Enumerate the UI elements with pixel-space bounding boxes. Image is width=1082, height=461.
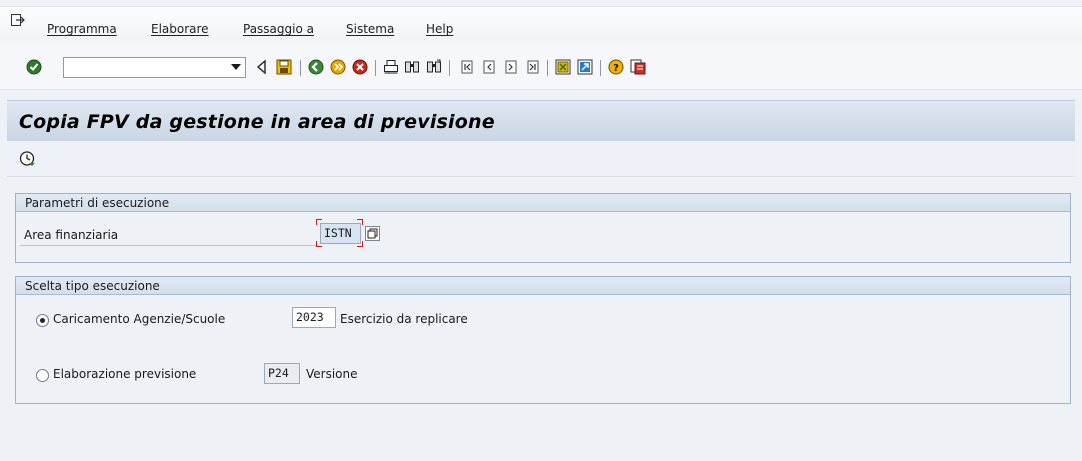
application-toolbar [7, 141, 1075, 177]
command-dropdown-icon[interactable] [231, 64, 241, 70]
create-session-icon[interactable] [555, 59, 571, 75]
back-green-icon[interactable] [308, 59, 324, 75]
menu-exit-icon[interactable] [11, 14, 25, 26]
esercizio-value: 2023 [296, 310, 324, 324]
next-page-icon[interactable] [503, 59, 519, 75]
last-page-icon[interactable] [525, 59, 541, 75]
group-header: Scelta tipo esecuzione [16, 277, 1070, 295]
menu-elaborare[interactable]: Elaborare [151, 22, 209, 36]
caricamento-agenzie-label[interactable]: Caricamento Agenzie/Scuole [53, 312, 225, 326]
focus-corner [357, 241, 363, 247]
execute-clock-icon[interactable] [19, 150, 36, 167]
group-title: Parametri di esecuzione [25, 196, 170, 210]
radio-caricamento-agenzie[interactable] [36, 314, 49, 327]
shortcut-icon[interactable] [577, 59, 593, 75]
versione-value: P24 [268, 366, 289, 380]
menu-sistema[interactable]: Sistema [346, 22, 394, 36]
find-next-icon[interactable] [426, 59, 442, 75]
toolbar-separator [547, 60, 548, 76]
toolbar-separator [600, 60, 601, 76]
elaborazione-previsione-label[interactable]: Elaborazione previsione [53, 367, 196, 381]
area-finanziaria-input[interactable]: ISTN [320, 223, 361, 244]
focus-corner [316, 219, 322, 225]
first-page-icon[interactable] [459, 59, 475, 75]
label-underline [20, 245, 318, 246]
command-field[interactable] [63, 57, 246, 78]
enter-icon[interactable] [26, 59, 42, 75]
versione-label: Versione [306, 367, 358, 381]
toolbar-separator [449, 60, 450, 76]
multiple-selection-icon[interactable] [365, 226, 380, 241]
menu-help[interactable]: Help [426, 22, 453, 36]
focus-corner [357, 219, 363, 225]
group-parametri-esecuzione: Parametri di esecuzione Area finanziaria… [15, 193, 1071, 263]
back-triangle-icon[interactable] [254, 59, 270, 75]
previous-page-icon[interactable] [481, 59, 497, 75]
screen-title-bar: Copia FPV da gestione in area di previsi… [7, 100, 1075, 141]
esercizio-label: Esercizio da replicare [340, 312, 468, 326]
focus-corner [316, 241, 322, 247]
group-header: Parametri di esecuzione [16, 194, 1070, 212]
help-icon[interactable]: ? [608, 59, 624, 75]
find-icon[interactable] [404, 59, 420, 75]
menu-passaggio-a[interactable]: Passaggio a [243, 22, 314, 36]
group-scelta-tipo-esecuzione: Scelta tipo esecuzione Caricamento Agenz… [15, 276, 1071, 404]
area-finanziaria-label: Area finanziaria [24, 228, 119, 242]
toolbar-separator [375, 60, 376, 76]
exit-yellow-icon[interactable] [330, 59, 346, 75]
save-icon[interactable] [276, 59, 292, 75]
svg-text:?: ? [613, 63, 619, 74]
toolbar-separator [300, 60, 301, 76]
group-title: Scelta tipo esecuzione [25, 279, 160, 293]
page-title: Copia FPV da gestione in area di previsi… [19, 111, 495, 133]
versione-input[interactable]: P24 [264, 363, 300, 384]
radio-elaborazione-previsione[interactable] [36, 369, 49, 382]
menu-programma[interactable]: Programma [47, 22, 117, 36]
print-icon[interactable] [383, 59, 399, 75]
cancel-red-icon[interactable] [352, 59, 368, 75]
area-finanziaria-value: ISTN [324, 226, 352, 240]
esercizio-input[interactable]: 2023 [292, 307, 336, 328]
customize-layout-icon[interactable] [630, 59, 646, 75]
